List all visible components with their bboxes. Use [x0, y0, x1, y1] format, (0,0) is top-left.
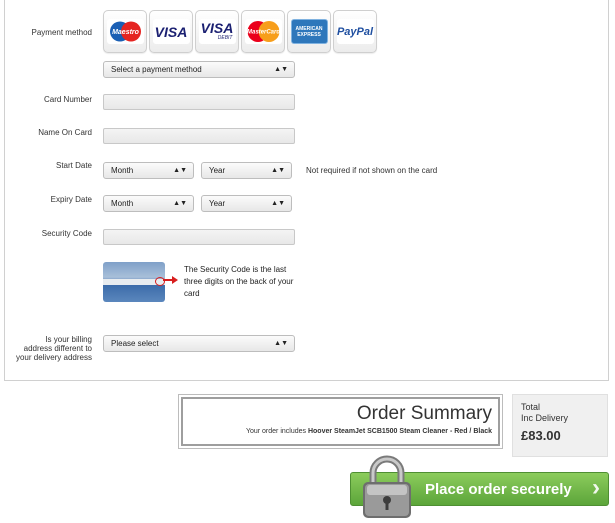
select-arrows-icon: ▲▼: [173, 200, 187, 207]
total-label: Total: [521, 402, 541, 412]
place-order-label: Place order securely: [425, 481, 572, 498]
order-summary-description: Your order includes Hoover SteamJet SCB1…: [246, 428, 492, 435]
total-amount: £83.00: [521, 428, 561, 443]
paypal-wordmark: PayPal: [336, 25, 374, 38]
security-code-help: The Security Code is the last three digi…: [184, 265, 294, 298]
card-number-input[interactable]: [103, 94, 295, 110]
mastercard-logo: MasterCard: [246, 21, 280, 42]
billing-question-line-3: your delivery address: [15, 353, 92, 362]
order-summary-title: Order Summary: [356, 403, 492, 424]
visa-card-icon[interactable]: VISA: [149, 10, 193, 53]
start-date-label: Start Date: [55, 161, 92, 170]
payment-method-label: Payment method: [31, 28, 92, 37]
start-year-select[interactable]: Year ▲▼: [201, 162, 292, 179]
select-arrows-icon: ▲▼: [271, 200, 285, 207]
expiry-year-value: Year: [209, 199, 226, 208]
start-year-value: Year: [209, 166, 226, 175]
paypal-icon[interactable]: PayPal: [333, 10, 377, 53]
arrow-right-icon: [163, 276, 178, 284]
select-arrows-icon: ▲▼: [274, 66, 288, 73]
billing-address-select[interactable]: Please select ▲▼: [103, 335, 295, 352]
name-on-card-input[interactable]: [103, 128, 295, 144]
order-total-box: Total Inc Delivery £83.00: [512, 394, 608, 457]
billing-address-select-value: Please select: [111, 339, 159, 348]
payment-form-panel: [4, 0, 609, 381]
maestro-logo: Maestro: [109, 21, 141, 42]
maestro-card-icon[interactable]: Maestro: [103, 10, 147, 53]
expiry-month-select[interactable]: Month ▲▼: [103, 195, 194, 212]
start-month-select[interactable]: Month ▲▼: [103, 162, 194, 179]
card-logos: Maestro VISA VISA DEBIT MasterCard AMERI…: [103, 10, 377, 53]
amex-wordmark: AMERICAN EXPRESS: [295, 25, 323, 38]
mastercard-card-icon[interactable]: MasterCard: [241, 10, 285, 53]
select-arrows-icon: ▲▼: [274, 340, 288, 347]
inc-delivery-label: Inc Delivery: [521, 413, 569, 423]
expiry-date-label: Expiry Date: [50, 195, 92, 204]
padlock-icon: [363, 455, 411, 518]
svg-text:MasterCard: MasterCard: [246, 30, 279, 36]
card-back-image: [103, 262, 165, 302]
chevron-right-icon: ›: [592, 474, 600, 501]
select-arrows-icon: ▲▼: [271, 167, 285, 174]
visa-debit-wordmark: VISA: [200, 20, 234, 36]
start-month-value: Month: [111, 166, 134, 175]
select-arrows-icon: ▲▼: [173, 167, 187, 174]
expiry-month-value: Month: [111, 199, 134, 208]
svg-text:Maestro: Maestro: [112, 29, 140, 36]
visa-wordmark: VISA: [154, 23, 188, 40]
amex-card-icon[interactable]: AMERICAN EXPRESS: [287, 10, 331, 53]
start-date-note: Not required if not shown on the card: [306, 166, 438, 175]
card-number-label: Card Number: [43, 95, 92, 104]
order-product-name: Hoover SteamJet SCB1500 Steam Cleaner - …: [307, 428, 492, 435]
payment-method-select-value: Select a payment method: [111, 65, 202, 74]
expiry-year-select[interactable]: Year ▲▼: [201, 195, 292, 212]
order-summary-box: Order Summary Your order includes Hoover…: [178, 394, 503, 449]
visa-debit-card-icon[interactable]: VISA DEBIT: [195, 10, 239, 53]
debit-sublabel: DEBIT: [217, 35, 233, 41]
security-code-label: Security Code: [41, 229, 92, 238]
name-on-card-label: Name On Card: [38, 128, 92, 137]
payment-method-select[interactable]: Select a payment method ▲▼: [103, 61, 295, 78]
order-includes-text: Your order includes: [245, 428, 308, 435]
security-code-input[interactable]: [103, 229, 295, 245]
